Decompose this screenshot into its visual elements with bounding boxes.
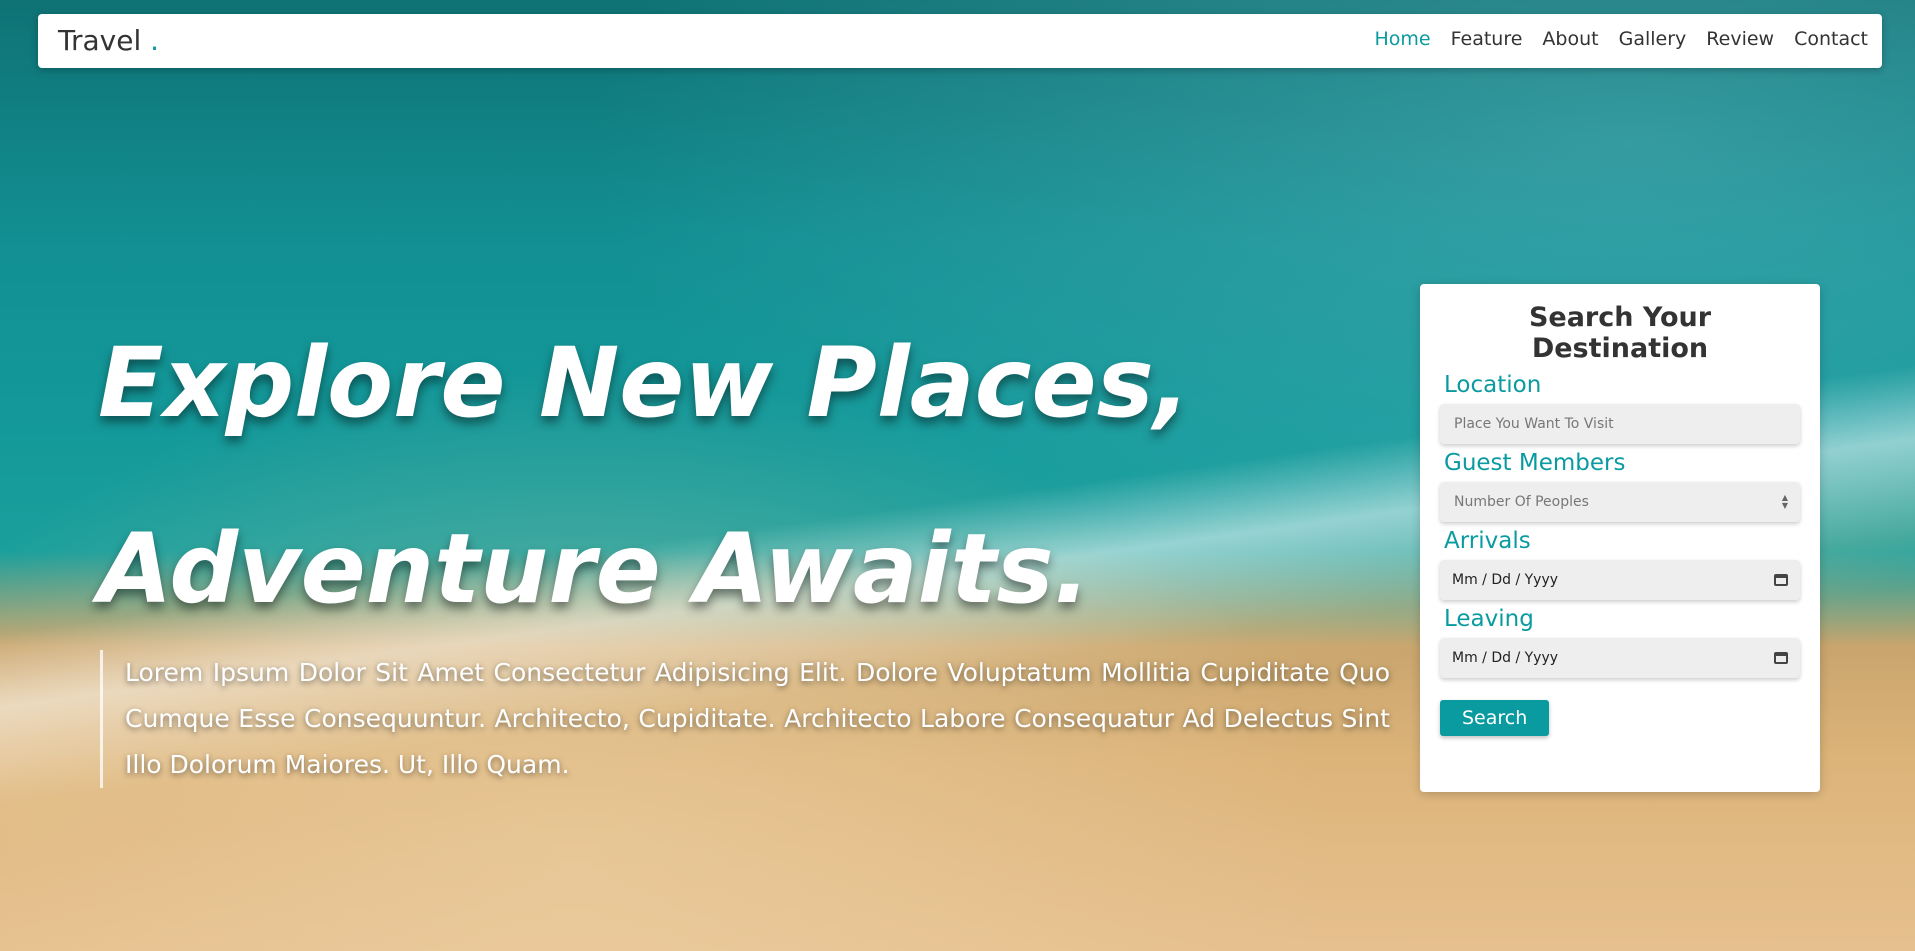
location-label: Location: [1444, 372, 1542, 398]
location-input[interactable]: [1452, 415, 1788, 433]
nav-link-about[interactable]: About: [1542, 28, 1598, 50]
hero-description: Lorem Ipsum Dolor Sit Amet Consectetur A…: [100, 650, 1390, 788]
number-spinner-icon[interactable]: ▲ ▼: [1782, 494, 1788, 510]
logo-dot: .: [150, 24, 160, 57]
guest-members-field-wrapper: ▲▼: [1440, 482, 1800, 522]
arrivals-label: Arrivals: [1444, 528, 1531, 554]
hero-line-1: Explore New Places,: [98, 327, 1191, 439]
nav-link-home[interactable]: Home: [1375, 28, 1431, 50]
nav-menu: Home Feature About Gallery Review Contac…: [1375, 28, 1869, 50]
logo-text: Travel: [58, 24, 142, 57]
nav-link-contact[interactable]: Contact: [1794, 28, 1868, 50]
hero-line-2: Adventure Awaits.: [98, 513, 1091, 625]
nav-link-gallery[interactable]: Gallery: [1619, 28, 1687, 50]
arrivals-date-value: Mm / Dd / Yyyy: [1452, 572, 1559, 588]
search-panel-title: Search Your Destination: [1528, 302, 1712, 364]
navbar: Travel . Home Feature About Gallery Revi…: [38, 14, 1882, 68]
search-button[interactable]: Search: [1440, 700, 1550, 736]
calendar-icon[interactable]: [1774, 574, 1788, 586]
location-field-wrapper: [1440, 404, 1800, 444]
guest-members-input[interactable]: [1452, 493, 1782, 511]
search-panel: Search Your Destination Location Guest M…: [1420, 284, 1820, 792]
leaving-date-value: Mm / Dd / Yyyy: [1452, 650, 1559, 666]
nav-link-feature[interactable]: Feature: [1451, 28, 1523, 50]
calendar-icon[interactable]: [1774, 652, 1788, 664]
guest-members-label: Guest Members: [1444, 450, 1626, 476]
arrivals-date-input[interactable]: Mm / Dd / Yyyy: [1440, 560, 1800, 600]
hero-headline: Explore New Places, Adventure Awaits.: [98, 290, 1348, 662]
leaving-date-input[interactable]: Mm / Dd / Yyyy: [1440, 638, 1800, 678]
logo[interactable]: Travel .: [58, 24, 159, 57]
nav-link-review[interactable]: Review: [1706, 28, 1774, 50]
leaving-label: Leaving: [1444, 606, 1534, 632]
